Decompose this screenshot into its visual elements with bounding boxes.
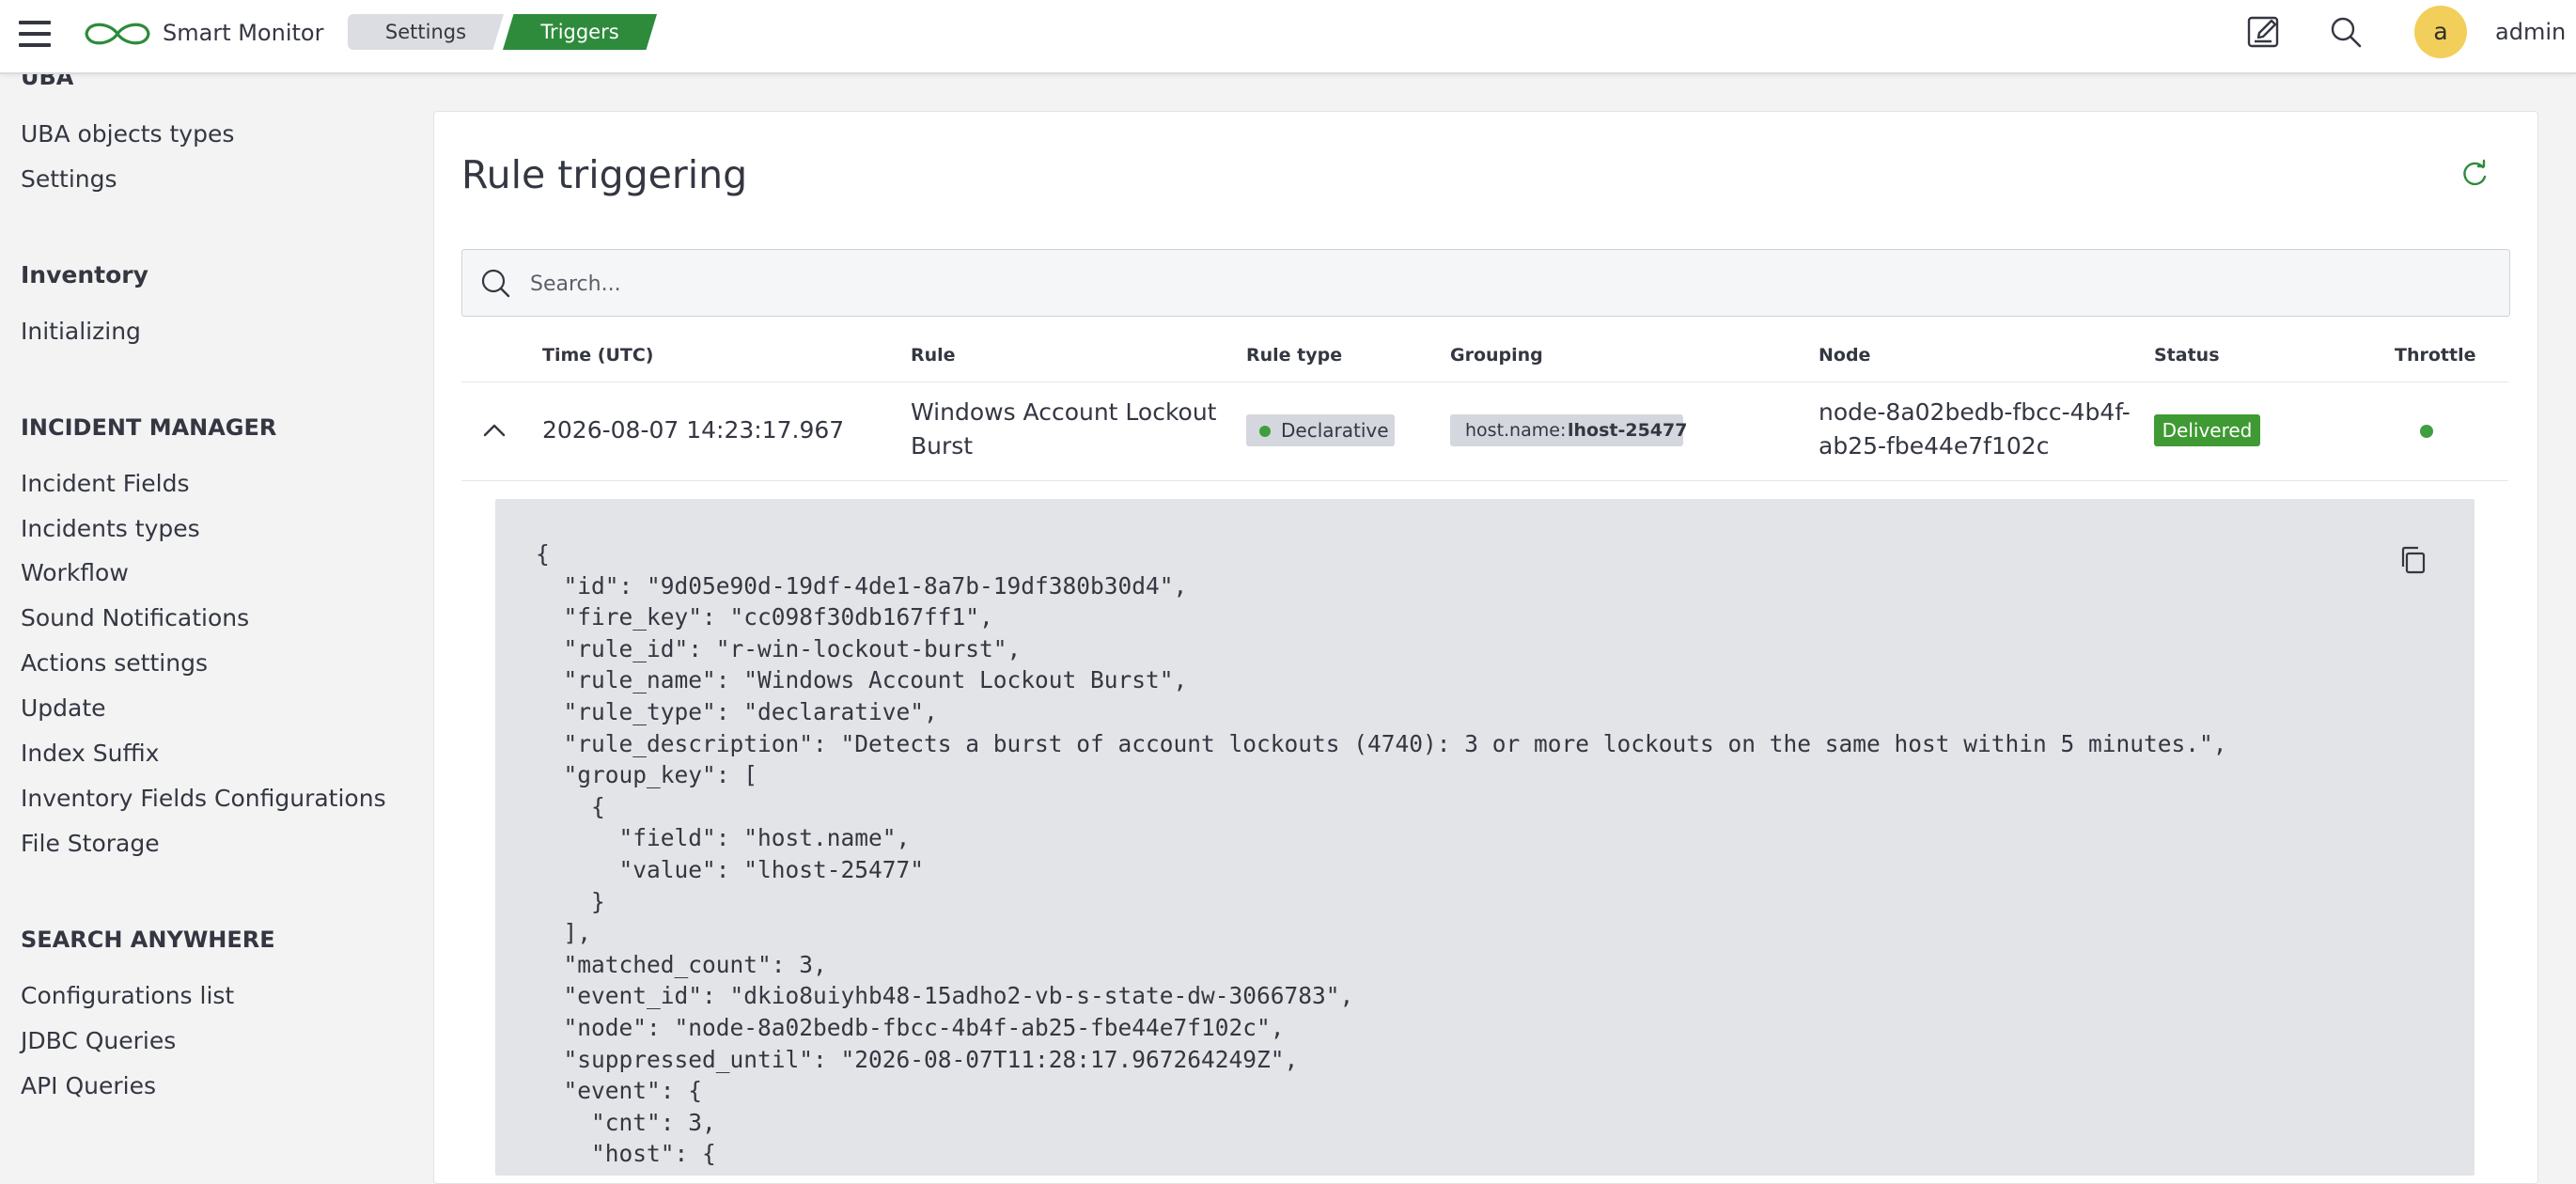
breadcrumb-settings[interactable]: Settings	[348, 14, 504, 50]
row-rule-line2: Burst	[911, 432, 974, 460]
json-line: "suppressed_until": "2026-08-07T11:28:17…	[536, 1046, 1299, 1073]
menu-icon[interactable]	[19, 21, 51, 49]
json-line: }	[536, 888, 605, 915]
sidebar-item-file-storage[interactable]: File Storage	[21, 829, 160, 859]
grouping-badge: host.name: lhost-25477	[1450, 414, 1687, 446]
json-line: "rule_description": "Detects a burst of …	[536, 730, 2227, 757]
column-header-rule[interactable]: Rule	[911, 343, 956, 367]
json-line: "fire_key": "cc098f30db167ff1",	[536, 603, 993, 631]
sidebar-item-uba-objects-types[interactable]: UBA objects types	[21, 119, 234, 149]
search-bar	[461, 249, 2510, 317]
status-badge: Delivered	[2154, 414, 2260, 446]
sidebar-heading-search-anywhere: SEARCH ANYWHERE	[21, 927, 275, 953]
grouping-key: host.name:	[1465, 420, 1567, 441]
page-title: Rule triggering	[461, 152, 748, 197]
edit-icon[interactable]	[2246, 14, 2282, 50]
json-line: "field": "host.name",	[536, 824, 911, 851]
sidebar-heading-incident-manager: INCIDENT MANAGER	[21, 414, 277, 441]
sidebar-item-initializing[interactable]: Initializing	[21, 317, 141, 347]
copy-icon[interactable]	[2398, 545, 2428, 575]
sidebar-item-api-queries[interactable]: API Queries	[21, 1071, 156, 1101]
json-line: "node": "node-8a02bedb-fbcc-4b4f-ab25-fb…	[536, 1014, 1285, 1041]
json-line: "value": "lhost-25477"	[536, 856, 925, 883]
sidebar-item-actions-settings[interactable]: Actions settings	[21, 648, 208, 678]
column-header-time[interactable]: Time (UTC)	[542, 343, 653, 367]
column-header-status[interactable]: Status	[2154, 343, 2220, 367]
search-input[interactable]	[528, 259, 2487, 308]
json-line: "host": {	[536, 1140, 716, 1167]
row-rule-line1: Windows Account Lockout	[911, 398, 1217, 426]
refresh-icon[interactable]	[2459, 158, 2490, 190]
json-line: "cnt": 3,	[536, 1109, 716, 1136]
column-header-node[interactable]: Node	[1819, 343, 1870, 367]
row-node-line1: node-8a02bedb-fbcc-4b4f-	[1819, 398, 2131, 426]
sidebar-item-configurations-list[interactable]: Configurations list	[21, 981, 234, 1011]
sidebar-item-jdbc-queries[interactable]: JDBC Queries	[21, 1026, 176, 1056]
json-line: "event_id": "dkio8uiyhb48-15adho2-vb-s-s…	[536, 982, 1354, 1009]
json-line: "matched_count": 3,	[536, 951, 827, 978]
top-bar: Smart Monitor Settings Triggers a admin	[0, 0, 2576, 74]
json-line: "rule_name": "Windows Account Lockout Bu…	[536, 666, 1188, 693]
rule-type-label: Declarative	[1281, 419, 1389, 442]
row-time: 2026-08-07 14:23:17.967	[542, 416, 845, 444]
sidebar-item-update[interactable]: Update	[21, 693, 106, 724]
throttle-indicator	[2420, 425, 2433, 438]
breadcrumb-triggers[interactable]: Triggers	[503, 14, 657, 50]
sidebar: UBA UBA objects types Settings Inventory…	[0, 64, 423, 1166]
grouping-value: lhost-25477	[1568, 420, 1688, 441]
row-node-line2: ab25-fbe44e7f102c	[1819, 432, 2050, 460]
avatar[interactable]: a	[2414, 6, 2467, 58]
column-header-grouping[interactable]: Grouping	[1450, 343, 1543, 367]
rule-type-badge: Declarative	[1246, 414, 1395, 446]
json-line: "id": "9d05e90d-19df-4de1-8a7b-19df380b3…	[536, 572, 1188, 600]
sidebar-item-sound-notifications[interactable]: Sound Notifications	[21, 603, 249, 633]
sidebar-item-incidents-types[interactable]: Incidents types	[21, 514, 200, 544]
chevron-up-icon[interactable]	[479, 418, 509, 441]
search-icon[interactable]	[2329, 15, 2363, 49]
search-icon	[481, 269, 510, 298]
infinity-logo-icon[interactable]	[81, 17, 154, 51]
json-line: "rule_id": "r-win-lockout-burst",	[536, 635, 1022, 662]
json-line: ],	[536, 919, 592, 946]
username[interactable]: admin	[2495, 17, 2566, 47]
sidebar-item-inventory-fields-configurations[interactable]: Inventory Fields Configurations	[21, 784, 386, 814]
status-dot-icon	[1259, 426, 1271, 437]
sidebar-item-workflow[interactable]: Workflow	[21, 558, 129, 588]
json-line: "rule_type": "declarative",	[536, 698, 938, 725]
brand-name: Smart Monitor	[163, 20, 324, 46]
column-header-throttle[interactable]: Throttle	[2395, 343, 2475, 367]
json-line: "event": {	[536, 1077, 703, 1104]
sidebar-heading-inventory: Inventory	[21, 261, 148, 288]
sidebar-item-index-suffix[interactable]: Index Suffix	[21, 739, 159, 769]
json-line: "group_key": [	[536, 761, 758, 788]
sidebar-item-settings[interactable]: Settings	[21, 164, 117, 195]
sidebar-item-incident-fields[interactable]: Incident Fields	[21, 469, 189, 499]
json-line: {	[536, 540, 550, 568]
column-header-rule-type[interactable]: Rule type	[1246, 343, 1342, 367]
json-line: {	[536, 793, 605, 820]
